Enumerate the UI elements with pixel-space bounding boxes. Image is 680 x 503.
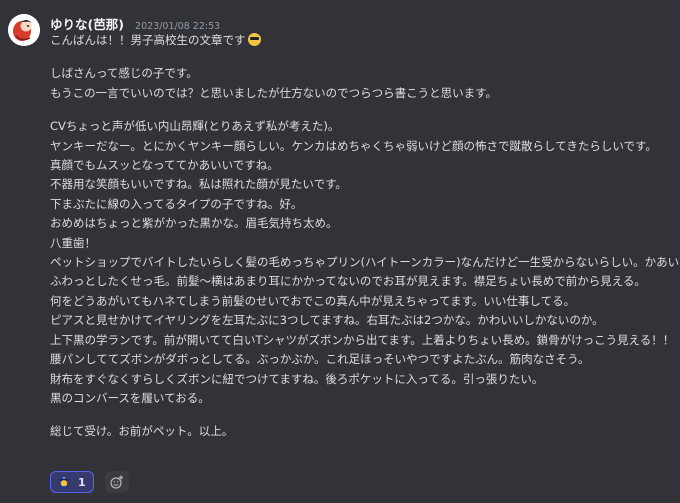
message-line: こんばんは！！男子高校生の文章です — [50, 31, 672, 50]
user-avatar[interactable] — [8, 14, 40, 46]
add-reaction-icon — [110, 475, 123, 489]
police-officer-emoji-icon — [59, 476, 69, 489]
reaction-police-officer[interactable]: 1 — [50, 471, 94, 493]
message-line: 不器用な笑顔もいいですね。私は照れた顔が見たいです。 — [50, 177, 347, 192]
reaction-bar: 1 — [50, 471, 129, 493]
message-line: ふわっとしたくせっ毛。前髪〜横はあまり耳にかかってないのでお耳が見えます。襟足ち… — [50, 274, 646, 289]
username[interactable]: ゆりな(芭那) — [50, 17, 124, 32]
message-line: 何をどうあがいてもハネてしまう前髪のせいでおでこの真ん中が見えちゃってます。いい… — [50, 293, 576, 308]
add-reaction-button[interactable] — [104, 471, 129, 493]
message-line: ペットショップでバイトしたいらしく髪の毛めっちゃプリン(ハイトーンカラー)なんだ… — [50, 255, 680, 270]
chat-message: ゆりな(芭那) 2023/01/08 22:53 こんばんは！！男子高校生の文章… — [0, 0, 680, 503]
message-content: こんばんは！！男子高校生の文章です しばさんって感じの子です。 もうこの一言でい… — [50, 31, 680, 442]
message-header: ゆりな(芭那) 2023/01/08 22:53 — [50, 14, 220, 32]
message-line: 真顔でもムスッとなっててかあいいですね。 — [50, 158, 279, 173]
message-line: CVちょっと声が低い内山昂輝(とりあえず私が考えた)。 — [50, 119, 340, 134]
message-line: おめめはちょっと紫がかった黒かな。眉毛気持ち太め。 — [50, 216, 338, 231]
message-line: 腰パンしててズボンがダボっとしてる。ぶっかぶか。これ足ほっそいやつですよたぶん。… — [50, 352, 590, 367]
message-line: 八重歯！ — [50, 235, 96, 250]
message-line: ピアスと見せかけてイヤリングを左耳たぶに3つしてますね。右耳たぶは2つかな。かわ… — [50, 313, 604, 328]
reaction-count: 1 — [78, 475, 86, 489]
message-line: 黒のコンバースを履いておる。 — [50, 390, 210, 405]
message-line: 財布をすぐなくすらしくズボンに紐でつけてますね。後ろポケットに入ってる。引っ張り… — [50, 371, 544, 386]
message-line: ヤンキーだなー。とにかくヤンキー顔らしい。ケンカはめちゃくちゃ弱いけど顔の怖さで… — [50, 138, 657, 153]
message-line: 下まぶたに線の入ってるタイプの子ですね。好。 — [50, 196, 303, 211]
message-line: 総じて受け。お前がペット。以上。 — [50, 424, 234, 439]
message-line: 上下黒の学ランです。前が開いてて白いTシャツがズボンから出てます。上着よりちょい… — [50, 332, 675, 347]
message-line: もうこの一言でいいのでは？と思いましたが仕方ないのでつらつら書こうと思います。 — [50, 85, 498, 100]
sunglasses-emoji-icon[interactable] — [247, 33, 261, 46]
message-line: しばさんって感じの子です。 — [50, 66, 198, 81]
character-avatar-icon — [8, 14, 40, 46]
message-line-text: こんばんは！！男子高校生の文章です — [50, 33, 246, 47]
